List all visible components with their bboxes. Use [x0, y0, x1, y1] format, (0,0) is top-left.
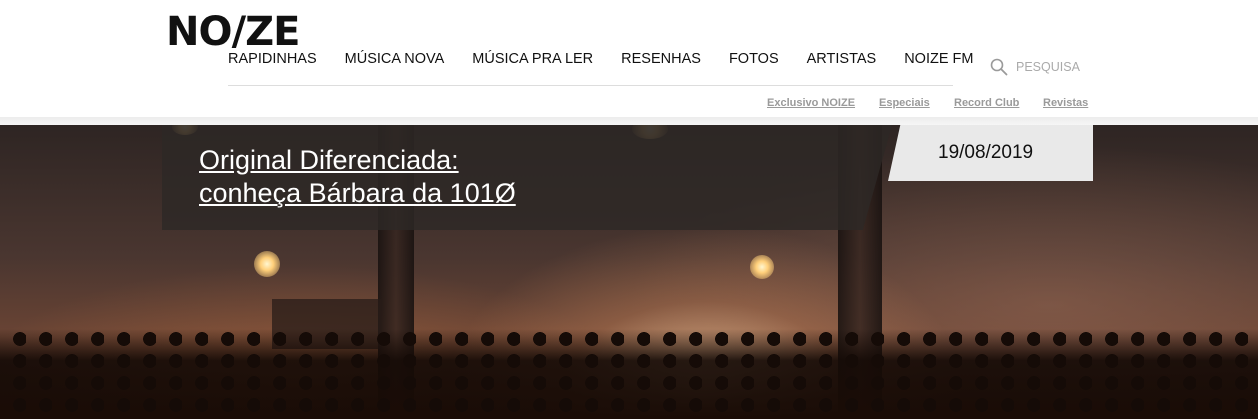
subnav-item-revistas[interactable]: Revistas: [1043, 97, 1088, 109]
hero-light-left: [254, 251, 280, 277]
nav-item-rapidinhas[interactable]: RAPIDINHAS: [228, 51, 317, 69]
article-date: 19/08/2019: [938, 142, 1034, 163]
subnav-item-record-club[interactable]: Record Club: [954, 97, 1019, 109]
hero-crowd: [0, 329, 1258, 419]
article-title-line-1: Original Diferenciada:: [199, 145, 459, 175]
search-icon[interactable]: [990, 58, 1008, 76]
main-nav: RAPIDINHAS MÚSICA NOVA MÚSICA PRA LER RE…: [228, 51, 1001, 69]
nav-item-musica-nova[interactable]: MÚSICA NOVA: [345, 51, 445, 69]
nav-item-fotos[interactable]: FOTOS: [729, 51, 779, 69]
subnav-item-especiais[interactable]: Especiais: [879, 97, 930, 109]
nav-divider: [228, 85, 953, 86]
site-logo[interactable]: NO/ZE: [166, 12, 322, 48]
article-title-link[interactable]: Original Diferenciada: conheça Bárbara d…: [199, 144, 799, 210]
noize-logo-graphic: NO/ZE: [166, 12, 300, 48]
nav-item-musica-pra-ler[interactable]: MÚSICA PRA LER: [472, 51, 593, 69]
article-title-line-2: conheça Bárbara da 101Ø: [199, 178, 516, 208]
nav-item-noize-fm[interactable]: NOIZE FM: [904, 51, 973, 69]
subnav-item-exclusivo-noize[interactable]: Exclusivo NOIZE: [767, 97, 855, 109]
hero-light-right: [750, 255, 774, 279]
site-header: NO/ZE RAPIDINHAS MÚSICA NOVA MÚSICA PRA …: [0, 0, 1258, 119]
nav-item-artistas[interactable]: ARTISTAS: [807, 51, 877, 69]
search-box[interactable]: [990, 58, 1080, 76]
header-shadow: [0, 117, 1258, 125]
search-input[interactable]: [1016, 60, 1080, 74]
nav-item-resenhas[interactable]: RESENHAS: [621, 51, 701, 69]
logo-text: NO/ZE: [166, 12, 299, 48]
